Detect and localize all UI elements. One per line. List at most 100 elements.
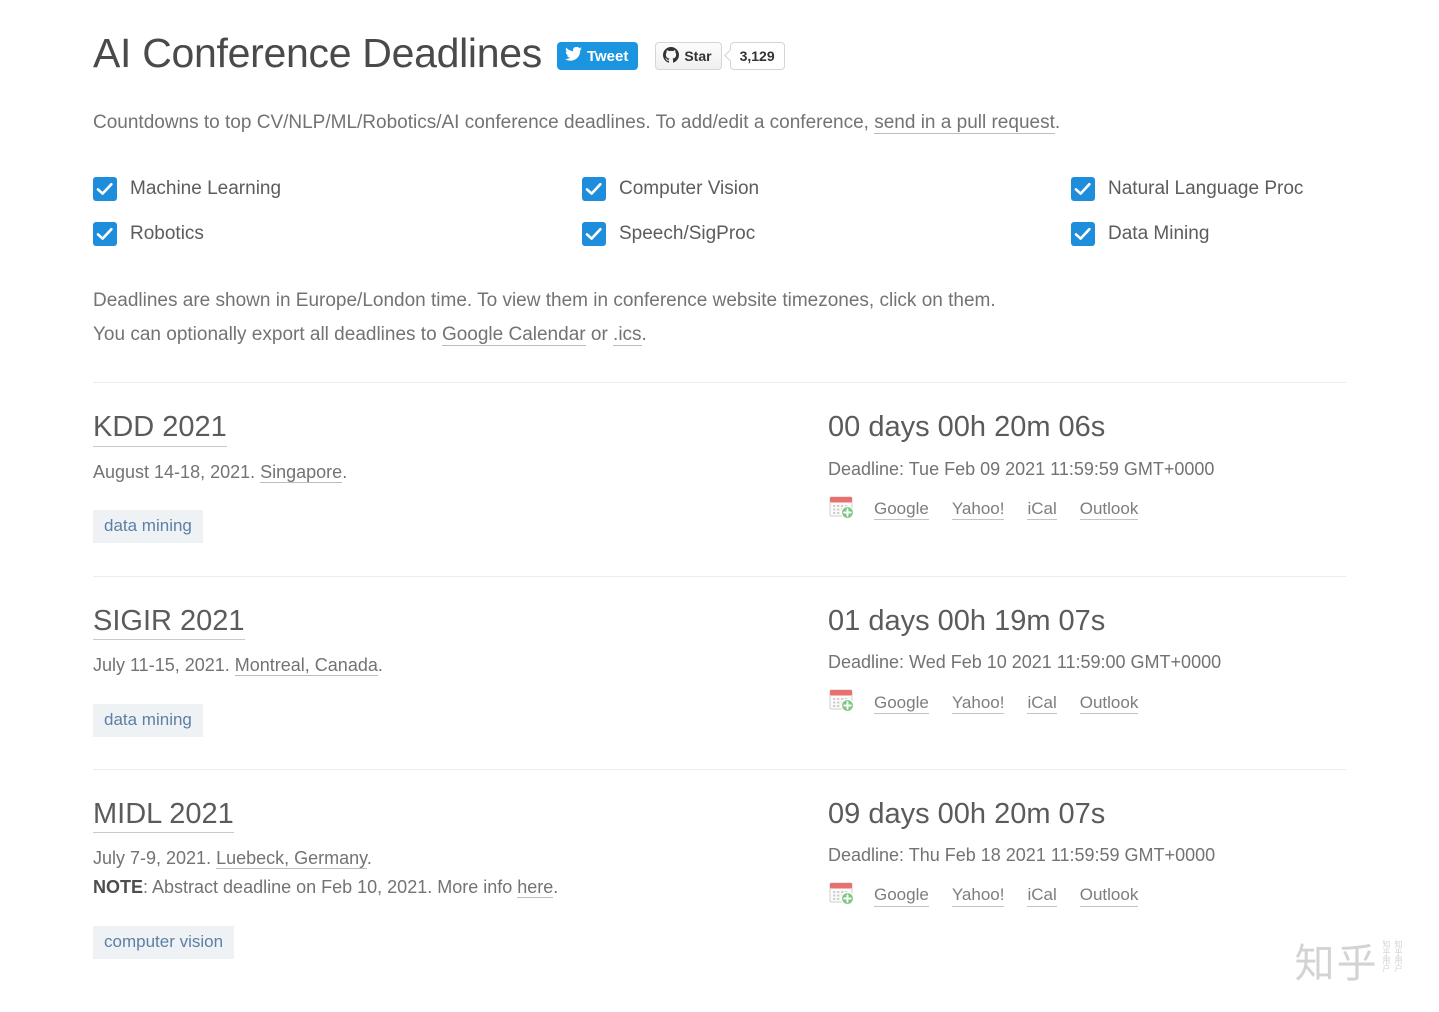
- countdown-timer: 01 days 00h 19m 07s: [828, 604, 1346, 639]
- conference-dates-location: July 7-9, 2021. Luebeck, Germany.: [93, 846, 828, 870]
- conference-info: SIGIR 2021 July 11-15, 2021. Montreal, C…: [93, 604, 828, 737]
- google-calendar-export-link[interactable]: Google: [874, 692, 929, 714]
- zhihu-watermark-user-2: 知乎用户: [1394, 940, 1403, 984]
- export-text-after: .: [642, 324, 647, 345]
- page-root: AI Conference Deadlines Tweet S: [0, 0, 1439, 1012]
- google-calendar-export-link[interactable]: Google: [874, 498, 929, 520]
- conference-title[interactable]: KDD 2021: [93, 410, 227, 446]
- calendar-export-row: Google Yahoo! iCal Outlook: [828, 687, 1346, 718]
- pull-request-link[interactable]: send in a pull request: [874, 112, 1055, 134]
- calendar-export-row: Google Yahoo! iCal Outlook: [828, 880, 1346, 911]
- add-to-calendar-icon: [828, 687, 856, 718]
- filter-robotics[interactable]: Robotics: [93, 222, 582, 246]
- filter-data-mining[interactable]: Data Mining: [1071, 222, 1346, 246]
- conference-info: KDD 2021 August 14-18, 2021. Singapore. …: [93, 410, 828, 543]
- checkbox-checked-icon[interactable]: [1071, 222, 1095, 246]
- filter-label: Computer Vision: [619, 178, 759, 200]
- conference-location-link[interactable]: Luebeck, Germany: [216, 848, 367, 869]
- page-header: AI Conference Deadlines Tweet S: [93, 0, 1346, 84]
- checkbox-checked-icon[interactable]: [93, 222, 117, 246]
- google-calendar-export-link[interactable]: Google: [874, 884, 929, 906]
- conference-dates: July 7-9, 2021.: [93, 848, 216, 868]
- note-label: NOTE: [93, 877, 143, 897]
- conference-tag[interactable]: data mining: [93, 704, 203, 737]
- conference-row: SIGIR 2021 July 11-15, 2021. Montreal, C…: [93, 577, 1346, 737]
- intro-text-after: .: [1055, 112, 1060, 133]
- tweet-button[interactable]: Tweet: [557, 42, 638, 70]
- github-octocat-icon: [663, 47, 679, 66]
- checkbox-checked-icon[interactable]: [582, 222, 606, 246]
- conference-row: MIDL 2021 July 7-9, 2021. Luebeck, Germa…: [93, 770, 1346, 959]
- calendar-links: Google Yahoo! iCal Outlook: [874, 692, 1138, 714]
- conference-tag[interactable]: computer vision: [93, 926, 234, 959]
- checkbox-checked-icon[interactable]: [582, 177, 606, 201]
- add-to-calendar-icon: [828, 494, 856, 525]
- github-star-label: Star: [684, 48, 711, 64]
- outlook-export-link[interactable]: Outlook: [1080, 692, 1139, 714]
- tweet-button-label: Tweet: [587, 48, 628, 65]
- filter-natural-language-proc[interactable]: Natural Language Proc: [1071, 177, 1346, 201]
- conference-note: NOTE: Abstract deadline on Feb 10, 2021.…: [93, 875, 828, 899]
- note-more-info-link[interactable]: here: [517, 877, 553, 898]
- filter-label: Data Mining: [1108, 223, 1209, 245]
- conference-dates-location: July 11-15, 2021. Montreal, Canada.: [93, 653, 828, 677]
- intro-text-before: Countdowns to top CV/NLP/ML/Robotics/AI …: [93, 112, 874, 133]
- outlook-export-link[interactable]: Outlook: [1080, 884, 1139, 906]
- page-title: AI Conference Deadlines: [93, 30, 542, 77]
- conference-info: MIDL 2021 July 7-9, 2021. Luebeck, Germa…: [93, 797, 828, 959]
- conference-dates: August 14-18, 2021.: [93, 462, 260, 482]
- export-text-mid: or: [586, 324, 613, 345]
- google-calendar-link[interactable]: Google Calendar: [442, 324, 586, 346]
- filter-speech-sigproc[interactable]: Speech/SigProc: [582, 222, 1071, 246]
- filter-computer-vision[interactable]: Computer Vision: [582, 177, 1071, 201]
- deadline-text[interactable]: Deadline: Wed Feb 10 2021 11:59:00 GMT+0…: [828, 652, 1346, 673]
- filter-label: Robotics: [130, 223, 204, 245]
- zhihu-watermark-user-1: 知乎用户: [1382, 940, 1391, 984]
- conference-title[interactable]: SIGIR 2021: [93, 604, 245, 640]
- ical-export-link[interactable]: iCal: [1027, 884, 1056, 906]
- deadline-text[interactable]: Deadline: Thu Feb 18 2021 11:59:59 GMT+0…: [828, 845, 1346, 866]
- conference-location-link[interactable]: Montreal, Canada: [235, 655, 378, 676]
- filter-label: Natural Language Proc: [1108, 178, 1303, 200]
- filter-label: Machine Learning: [130, 178, 281, 200]
- ics-link[interactable]: .ics: [613, 324, 642, 346]
- calendar-export-row: Google Yahoo! iCal Outlook: [828, 494, 1346, 525]
- social-badges: Tweet Star 3,129: [557, 36, 785, 70]
- outlook-export-link[interactable]: Outlook: [1080, 498, 1139, 520]
- calendar-links: Google Yahoo! iCal Outlook: [874, 884, 1138, 906]
- conference-dates-location: August 14-18, 2021. Singapore.: [93, 460, 828, 484]
- timezone-note: Deadlines are shown in Europe/London tim…: [93, 284, 1346, 352]
- github-star-count[interactable]: 3,129: [730, 42, 785, 70]
- github-star-button[interactable]: Star: [655, 42, 721, 70]
- conference-dates: July 11-15, 2021.: [93, 655, 235, 675]
- conference-location-suffix: .: [378, 655, 383, 675]
- countdown-timer: 09 days 00h 20m 07s: [828, 797, 1346, 832]
- deadline-text[interactable]: Deadline: Tue Feb 09 2021 11:59:59 GMT+0…: [828, 459, 1346, 480]
- category-filters: Machine Learning Computer Vision Natural…: [93, 177, 1346, 246]
- timezone-line: Deadlines are shown in Europe/London tim…: [93, 284, 1346, 318]
- yahoo-calendar-export-link[interactable]: Yahoo!: [952, 498, 1005, 520]
- conference-countdown-block: 09 days 00h 20m 07s Deadline: Thu Feb 18…: [828, 797, 1346, 959]
- conference-countdown-block: 01 days 00h 19m 07s Deadline: Wed Feb 10…: [828, 604, 1346, 737]
- conference-location-link[interactable]: Singapore: [260, 462, 342, 483]
- checkbox-checked-icon[interactable]: [93, 177, 117, 201]
- countdown-timer: 00 days 00h 20m 06s: [828, 410, 1346, 445]
- conference-title[interactable]: MIDL 2021: [93, 797, 234, 833]
- ical-export-link[interactable]: iCal: [1027, 498, 1056, 520]
- note-text-before: : Abstract deadline on Feb 10, 2021. Mor…: [143, 877, 517, 897]
- conference-row: KDD 2021 August 14-18, 2021. Singapore. …: [93, 383, 1346, 543]
- yahoo-calendar-export-link[interactable]: Yahoo!: [952, 692, 1005, 714]
- add-to-calendar-icon: [828, 880, 856, 911]
- note-text-after: .: [553, 877, 558, 897]
- export-text-before: You can optionally export all deadlines …: [93, 324, 442, 345]
- conference-tag[interactable]: data mining: [93, 510, 203, 543]
- conference-location-suffix: .: [367, 848, 372, 868]
- checkbox-checked-icon[interactable]: [1071, 177, 1095, 201]
- github-star-widget: Star 3,129: [655, 42, 784, 70]
- twitter-bird-icon: [565, 47, 582, 65]
- filter-machine-learning[interactable]: Machine Learning: [93, 177, 582, 201]
- yahoo-calendar-export-link[interactable]: Yahoo!: [952, 884, 1005, 906]
- ical-export-link[interactable]: iCal: [1027, 692, 1056, 714]
- calendar-links: Google Yahoo! iCal Outlook: [874, 498, 1138, 520]
- conference-countdown-block: 00 days 00h 20m 06s Deadline: Tue Feb 09…: [828, 410, 1346, 543]
